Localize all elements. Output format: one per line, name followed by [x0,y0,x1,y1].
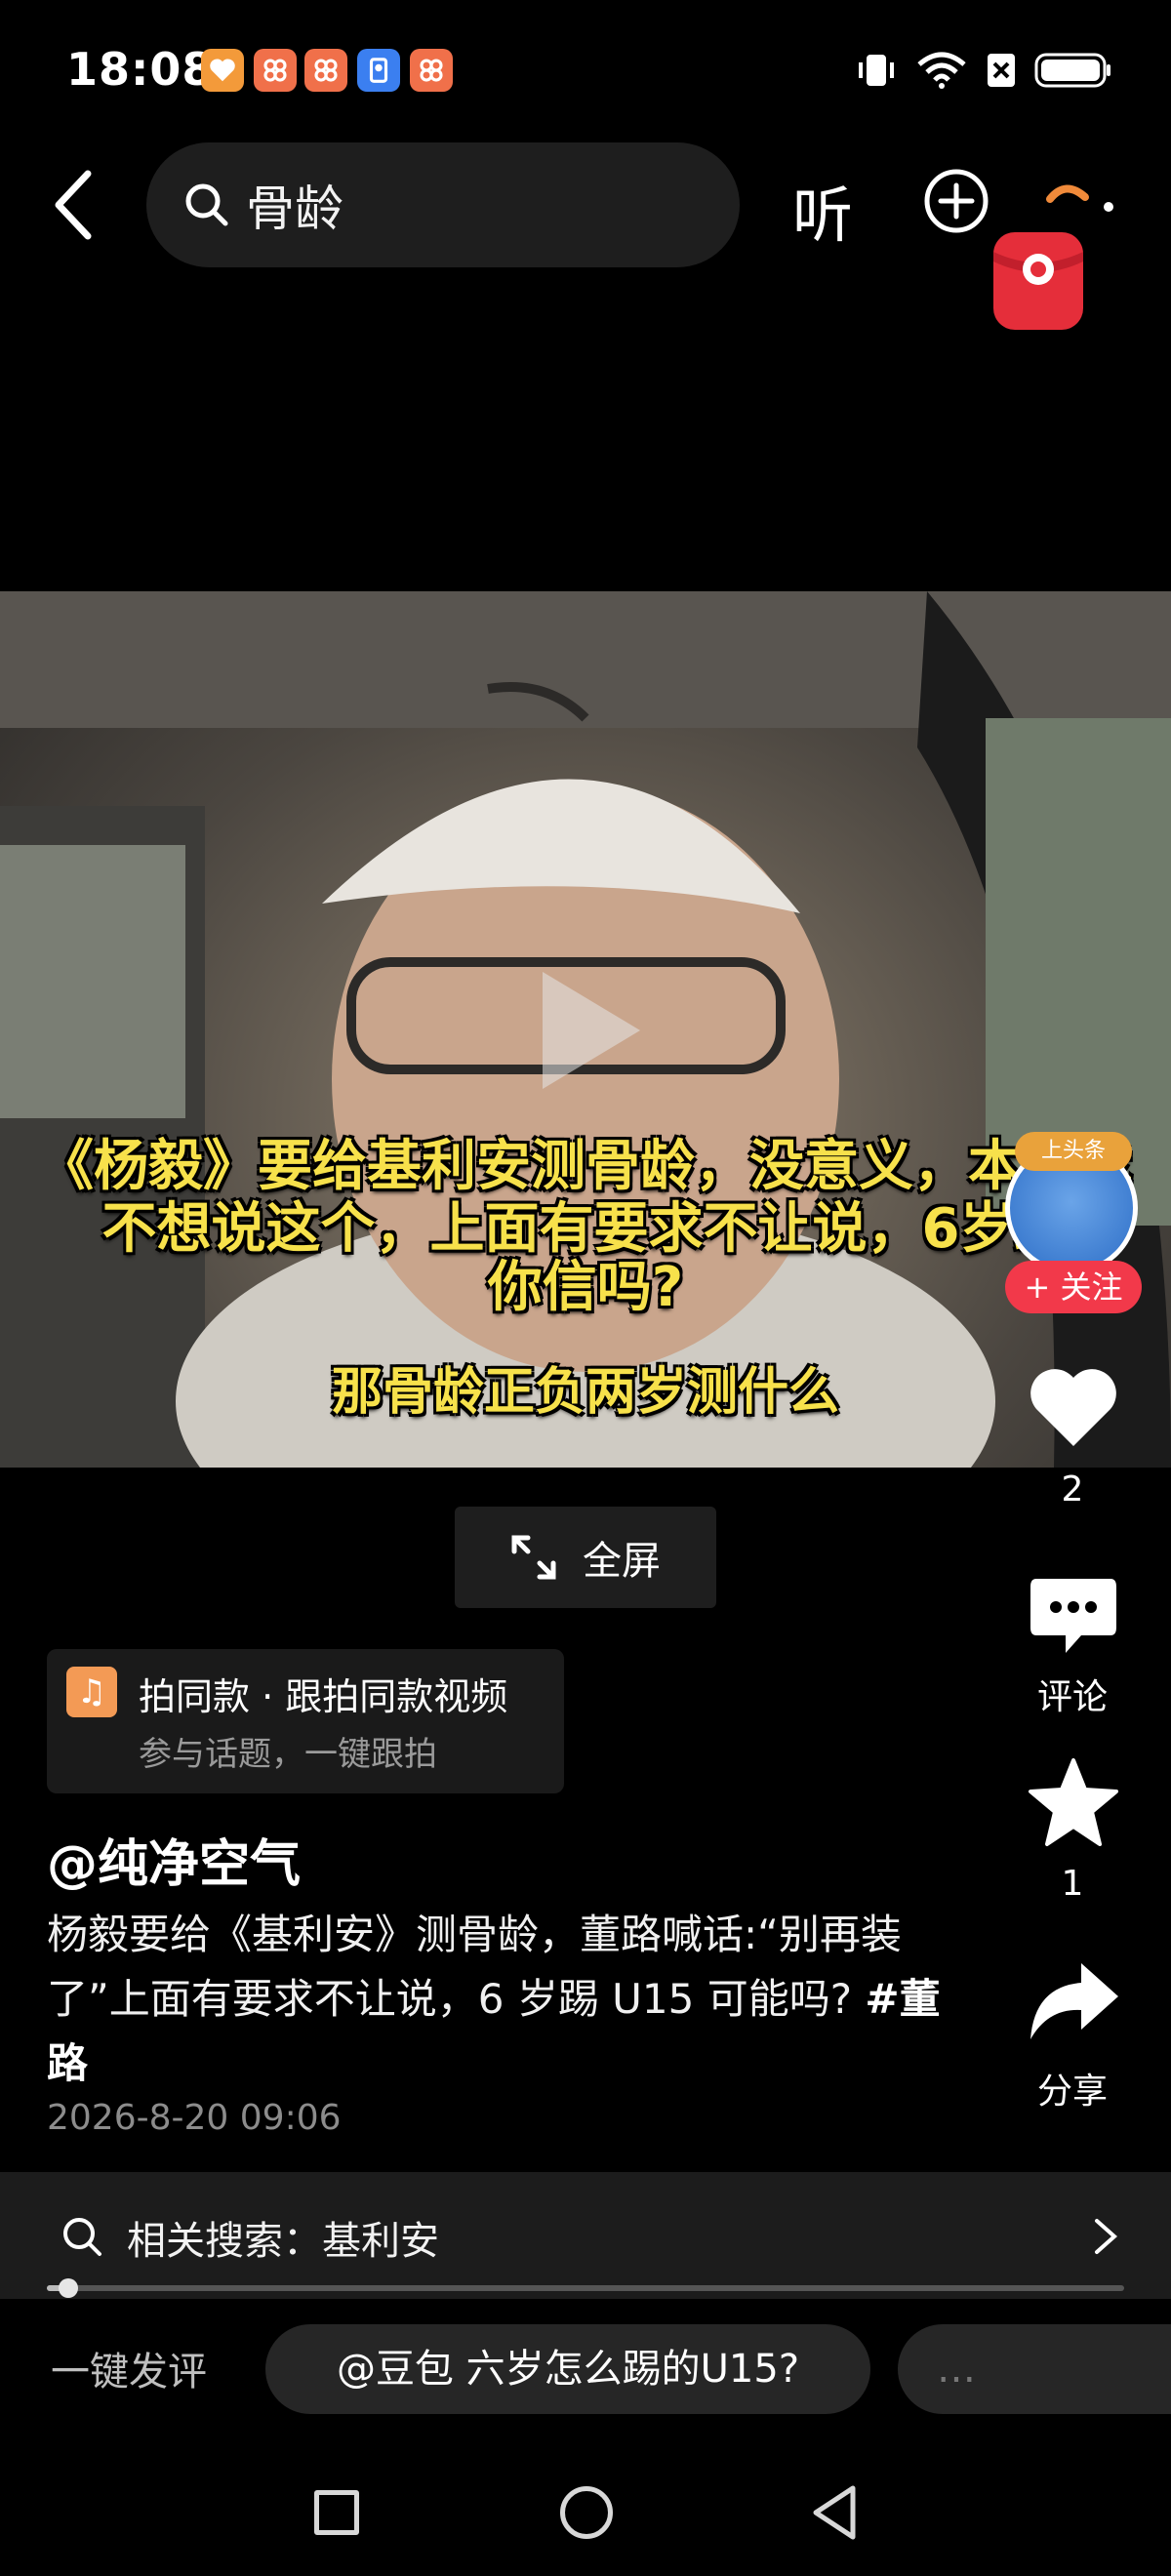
template-card[interactable]: ♫ 拍同款 · 跟拍同款视频 参与话题，一键跟拍 [47,1649,564,1793]
chevron-right-icon [1095,2219,1118,2254]
app-notification-icon [254,49,297,92]
back-arrow-icon[interactable] [43,166,111,244]
status-time: 18:08 [66,43,215,96]
vibrate-icon [859,55,894,86]
fullscreen-label: 全屏 [583,1539,661,1584]
comment-label: 评论 [1036,1677,1108,1717]
template-subtitle: 参与话题，一键跟拍 [139,1735,437,1774]
share-icon[interactable] [1027,1957,1120,2045]
share-label: 分享 [1036,2072,1108,2112]
expand-icon [511,1535,556,1580]
like-count: 2 [1061,1469,1084,1509]
avatar-badge: 上头条 [1015,1132,1132,1171]
related-search-label: 相关搜索：基利安 [127,2219,439,2264]
listen-button[interactable]: 听 [792,166,853,254]
description-text: 杨毅要给《基利安》测骨龄，董路喊话:“别再装了”上面有要求不让说，6 岁踢 U1… [47,1911,902,2023]
post-time: 2026-8-20 09:06 [47,2098,342,2138]
search-query: 骨龄 [246,181,343,237]
quick-comment-label: 一键发评 [51,2350,207,2395]
comment-icon[interactable] [1027,1569,1120,1663]
heart-app-notification-icon [201,49,244,92]
progress-track[interactable] [47,2285,1124,2291]
app-notification-icon [410,49,453,92]
favorite-count: 1 [1061,1864,1084,1904]
home-button[interactable] [560,2486,613,2539]
quick-comment-chip[interactable]: … [898,2324,1171,2414]
add-circle-icon[interactable] [921,166,991,236]
music-note-icon: ♫ [66,1667,117,1717]
video-subtitle: 你信吗? [487,1256,684,1319]
star-icon[interactable] [1027,1756,1120,1850]
search-icon [63,2218,101,2256]
more-icon[interactable] [1046,180,1114,219]
red-packet-icon[interactable] [989,222,1087,336]
progress-handle[interactable] [59,2278,79,2298]
no-sim-icon [988,54,1015,87]
play-icon[interactable] [533,962,650,1099]
shield-app-notification-icon [357,49,400,92]
author-name[interactable]: @纯净空气 [47,1823,301,1896]
heart-icon[interactable] [1027,1364,1120,1452]
status-icons [855,51,1112,90]
fullscreen-button[interactable]: 全屏 [455,1507,716,1608]
quick-comment-chip[interactable]: @豆包 六岁怎么踢的U15? [265,2324,870,2414]
related-search-bar[interactable]: 相关搜索：基利安 [0,2172,1171,2299]
video-player[interactable]: 《杨毅》要给基利安测骨龄，没意义，本来我 不想说这个，上面有要求不让说，6岁踢 … [0,591,1171,1468]
back-triangle-icon[interactable] [810,2484,859,2541]
post-description: 杨毅要给《基利安》测骨龄，董路喊话:“别再装了”上面有要求不让说，6 岁踢 U1… [47,1903,964,2096]
template-title: 拍同款 · 跟拍同款视频 [139,1675,508,1718]
search-bar[interactable]: 骨龄 [146,142,740,267]
recent-apps-button[interactable] [314,2490,359,2535]
follow-button[interactable]: + 关注 [1005,1261,1142,1313]
app-notification-icon [304,49,347,92]
battery-icon [1034,53,1110,88]
search-icon [185,183,228,226]
video-subtitle: 那骨龄正负两岁测什么 [331,1363,839,1422]
wifi-icon [917,52,966,89]
